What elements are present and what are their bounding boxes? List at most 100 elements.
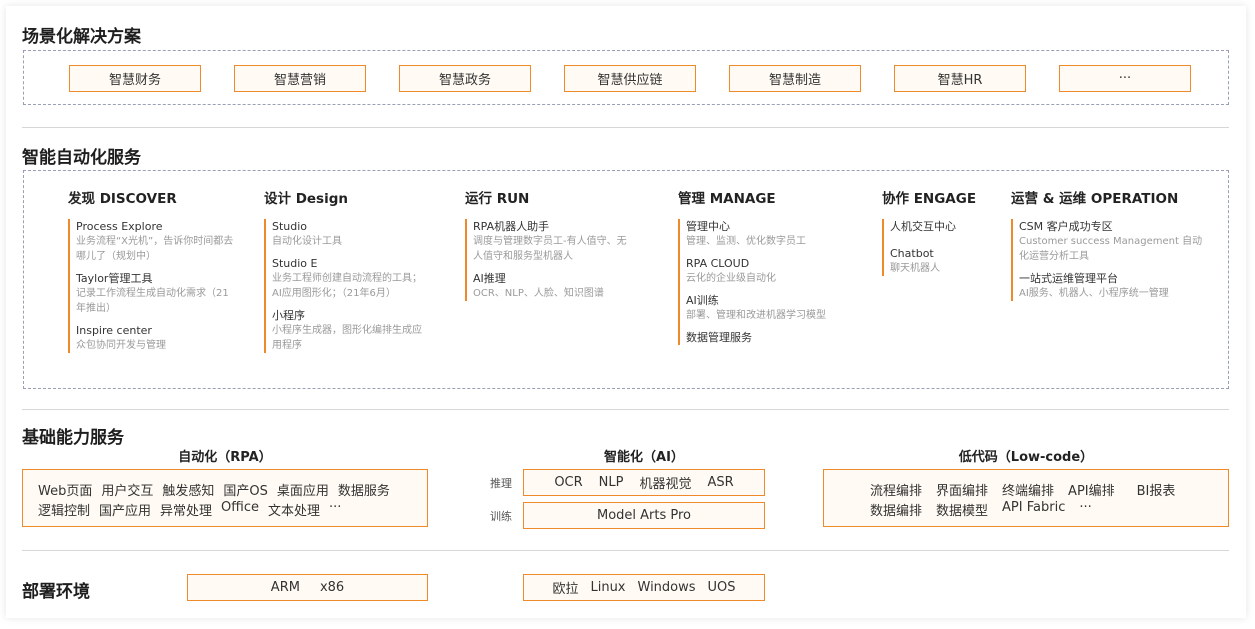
capability-item[interactable]: 异常处理: [160, 500, 212, 519]
service-title: AI推理: [473, 272, 506, 285]
scenario-title: 场景化解决方案: [22, 27, 141, 47]
capability-item[interactable]: 数据编排: [870, 500, 922, 519]
scenario-item-finance[interactable]: 智慧财务: [69, 65, 201, 92]
scenario-item-manufacturing[interactable]: 智慧制造: [729, 65, 861, 92]
service-item[interactable]: Process Explore 业务流程“X光机”，告诉你时间都去哪儿了（规划中…: [76, 219, 234, 264]
service-item[interactable]: AI训练 部署、管理和改进机器学习模型: [686, 293, 856, 323]
capability-item[interactable]: 逻辑控制: [38, 500, 90, 519]
capability-item[interactable]: Office: [221, 500, 259, 519]
service-item[interactable]: CSM 客户成功专区 Customer success Management 自…: [1019, 219, 1209, 264]
service-item[interactable]: Chatbot 聊天机器人: [890, 246, 990, 276]
capability-item[interactable]: OCR: [554, 475, 582, 490]
service-desc: AI服务、机器人、小程序统一管理: [1019, 288, 1169, 299]
scenario-item-hr[interactable]: 智慧HR: [894, 65, 1026, 92]
service-item[interactable]: Inspire center 众包协同开发与管理: [76, 323, 234, 353]
column-manage: 管理 MANAGE 管理中心 管理、监测、优化数字员工 RPA CLOUD 云化…: [678, 187, 858, 345]
ai-services-box: 发现 DISCOVER Process Explore 业务流程“X光机”，告诉…: [23, 170, 1229, 389]
service-item[interactable]: Studio 自动化设计工具: [272, 219, 422, 249]
column-discover: 发现 DISCOVER Process Explore 业务流程“X光机”，告诉…: [68, 187, 238, 353]
divider: [22, 550, 1229, 551]
service-desc: Customer success Management 自动化运营分析工具: [1019, 236, 1203, 262]
service-item[interactable]: 小程序 小程序生成器，图形化编排生成应用程序: [272, 308, 422, 353]
scenario-item-more[interactable]: ···: [1059, 65, 1191, 92]
train-box: Model Arts Pro: [523, 502, 765, 529]
column-heading: 运营 & 运维 OPERATION: [1011, 191, 1179, 207]
column-engage: 协作 ENGAGE 人机交互中心 Chatbot 聊天机器人: [882, 187, 1002, 276]
divider: [22, 409, 1229, 410]
service-item[interactable]: Taylor管理工具 记录工作流程生成自动化需求（21年推出）: [76, 271, 234, 316]
capability-item[interactable]: 终端编排: [1002, 480, 1054, 499]
service-item[interactable]: 人机交互中心: [890, 219, 990, 234]
capability-item[interactable]: 欧拉: [552, 578, 578, 597]
service-item[interactable]: AI推理 OCR、NLP、人脸、知识图谱: [473, 271, 633, 301]
service-title: Inspire center: [76, 324, 152, 337]
rpa-heading: 自动化（RPA）: [178, 450, 272, 465]
scenario-item-government[interactable]: 智慧政务: [399, 65, 531, 92]
capability-item[interactable]: ···: [329, 500, 341, 519]
service-desc: 记录工作流程生成自动化需求（21年推出）: [76, 288, 229, 314]
capability-item[interactable]: ···: [1079, 500, 1091, 519]
lowcode-box: 流程编排 界面编排 终端编排 API编排 BI报表 数据编排 数据模型 API …: [823, 469, 1229, 527]
service-title: 小程序: [272, 309, 305, 322]
capability-item[interactable]: 数据模型: [936, 500, 988, 519]
capability-item[interactable]: 文本处理: [268, 500, 320, 519]
capability-item[interactable]: API Fabric: [1002, 500, 1065, 519]
service-title: Process Explore: [76, 220, 163, 233]
service-desc: 业务流程“X光机”，告诉你时间都去哪儿了（规划中）: [76, 236, 234, 262]
service-desc: OCR、NLP、人脸、知识图谱: [473, 288, 604, 299]
service-item[interactable]: RPA CLOUD 云化的企业级自动化: [686, 256, 856, 286]
scenario-box: 智慧财务 智慧营销 智慧政务 智慧供应链 智慧制造 智慧HR ···: [23, 50, 1229, 105]
service-desc: 管理、监测、优化数字员工: [686, 236, 806, 247]
scenario-item-marketing[interactable]: 智慧营销: [234, 65, 366, 92]
column-heading: 管理 MANAGE: [678, 191, 776, 207]
service-title: 人机交互中心: [890, 220, 956, 233]
capability-item[interactable]: Linux: [590, 580, 625, 595]
service-item[interactable]: 管理中心 管理、监测、优化数字员工: [686, 219, 856, 249]
service-item[interactable]: Studio E 业务工程师创建自动流程的工具；AI应用图形化；（21年6月）: [272, 256, 422, 301]
capability-item[interactable]: 机器视觉: [639, 473, 691, 492]
service-desc: 云化的企业级自动化: [686, 273, 776, 284]
service-title: Taylor管理工具: [76, 272, 153, 285]
service-item[interactable]: 数据管理服务: [686, 330, 856, 345]
column-items: RPA机器人助手 调度与管理数字员工-有人值守、无人值守和服务型机器人 AI推理…: [465, 219, 633, 301]
capability-item[interactable]: Web页面: [38, 480, 92, 499]
column-items: Studio 自动化设计工具 Studio E 业务工程师创建自动流程的工具；A…: [264, 219, 422, 353]
capability-item[interactable]: ASR: [707, 475, 733, 490]
infer-box: OCR NLP 机器视觉 ASR: [523, 469, 765, 496]
capability-item[interactable]: 用户交互: [101, 480, 153, 499]
service-item[interactable]: RPA机器人助手 调度与管理数字员工-有人值守、无人值守和服务型机器人: [473, 219, 633, 264]
lowcode-row-1: 流程编排 界面编排 终端编排 API编排 BI报表: [870, 480, 1175, 499]
capability-item[interactable]: NLP: [599, 475, 624, 490]
service-desc: 部署、管理和改进机器学习模型: [686, 310, 826, 321]
capability-item[interactable]: 触发感知: [162, 480, 214, 499]
service-title: RPA CLOUD: [686, 257, 750, 270]
service-desc: 聊天机器人: [890, 263, 940, 274]
capability-item[interactable]: 界面编排: [936, 480, 988, 499]
infer-label: 推理: [490, 477, 512, 490]
service-item[interactable]: 一站式运维管理平台 AI服务、机器人、小程序统一管理: [1019, 271, 1209, 301]
column-heading: 发现 DISCOVER: [68, 191, 177, 207]
service-desc: 众包协同开发与管理: [76, 340, 166, 351]
column-heading: 设计 Design: [264, 191, 348, 207]
lowcode-heading: 低代码（Low-code）: [958, 450, 1094, 465]
capability-item[interactable]: 流程编排: [870, 480, 922, 499]
column-items: 人机交互中心 Chatbot 聊天机器人: [882, 219, 990, 276]
capability-item[interactable]: 国产OS: [223, 480, 268, 499]
capability-item[interactable]: 国产应用: [99, 500, 151, 519]
deploy-title: 部署环境: [22, 582, 90, 602]
capability-item[interactable]: BI报表: [1137, 480, 1176, 499]
capability-item[interactable]: x86: [320, 580, 344, 595]
capability-item[interactable]: UOS: [708, 580, 736, 595]
service-title: AI训练: [686, 294, 719, 307]
capability-item[interactable]: ARM: [271, 580, 300, 595]
capability-item[interactable]: 桌面应用: [277, 480, 329, 499]
capability-item[interactable]: Model Arts Pro: [597, 508, 691, 523]
service-title: 一站式运维管理平台: [1019, 272, 1118, 285]
service-desc: 自动化设计工具: [272, 236, 342, 247]
capability-item[interactable]: 数据服务: [338, 480, 390, 499]
capability-item[interactable]: Windows: [638, 580, 696, 595]
capability-item[interactable]: API编排: [1068, 480, 1115, 499]
rpa-box: Web页面 用户交互 触发感知 国产OS 桌面应用 数据服务 逻辑控制 国产应用…: [22, 469, 428, 527]
service-title: 管理中心: [686, 220, 730, 233]
scenario-item-supply-chain[interactable]: 智慧供应链: [564, 65, 696, 92]
